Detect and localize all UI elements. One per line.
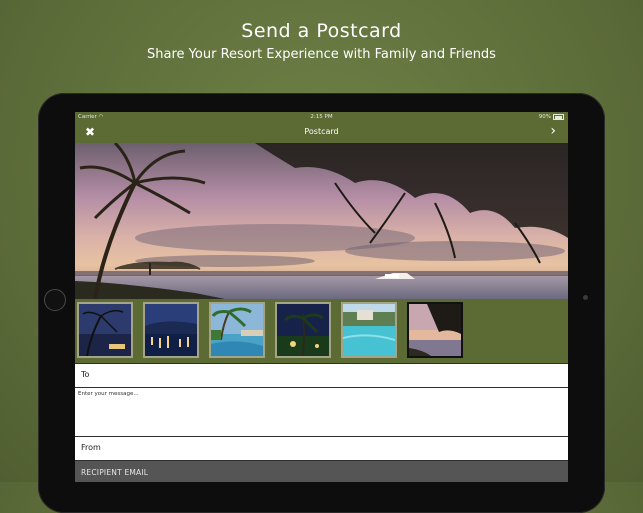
to-label: To xyxy=(81,370,90,379)
battery-indicator: 90% xyxy=(539,114,564,120)
message-placeholder: Enter your message... xyxy=(78,391,139,397)
thumbnail-pool-palms[interactable] xyxy=(209,302,265,358)
app-screen: Carrier ◠ 2:15 PM 90% ✖ Postcard › To En… xyxy=(75,112,568,482)
battery-icon xyxy=(553,114,564,120)
recipient-email-section: RECIPIENT EMAIL xyxy=(75,461,568,482)
promo-title: Send a Postcard xyxy=(241,20,402,42)
home-button[interactable] xyxy=(44,289,66,311)
thumbnail-sunset-shore[interactable] xyxy=(407,302,463,358)
battery-percent: 90% xyxy=(538,114,551,120)
thumbnail-infinity-pool[interactable] xyxy=(341,302,397,358)
thumbnail-palm-night[interactable] xyxy=(77,302,133,358)
message-field[interactable]: Enter your message... xyxy=(75,388,568,437)
recipient-email-label: RECIPIENT EMAIL xyxy=(81,468,149,477)
status-time: 2:15 PM xyxy=(310,114,333,120)
thumbnail-garden-night[interactable] xyxy=(275,302,331,358)
page-title: Postcard xyxy=(304,127,339,136)
postcard-image xyxy=(75,143,568,299)
thumbnail-harbor-night[interactable] xyxy=(143,302,199,358)
camera-dot xyxy=(583,295,588,300)
status-bar: Carrier ◠ 2:15 PM 90% xyxy=(75,112,568,122)
chevron-right-icon[interactable]: › xyxy=(550,123,556,139)
from-label: From xyxy=(81,443,101,452)
to-field[interactable]: To xyxy=(75,363,568,388)
thumbnail-strip xyxy=(75,299,568,363)
promo-subtitle: Share Your Resort Experience with Family… xyxy=(147,47,496,62)
from-field[interactable]: From xyxy=(75,437,568,461)
nav-bar: ✖ Postcard › xyxy=(75,122,568,143)
